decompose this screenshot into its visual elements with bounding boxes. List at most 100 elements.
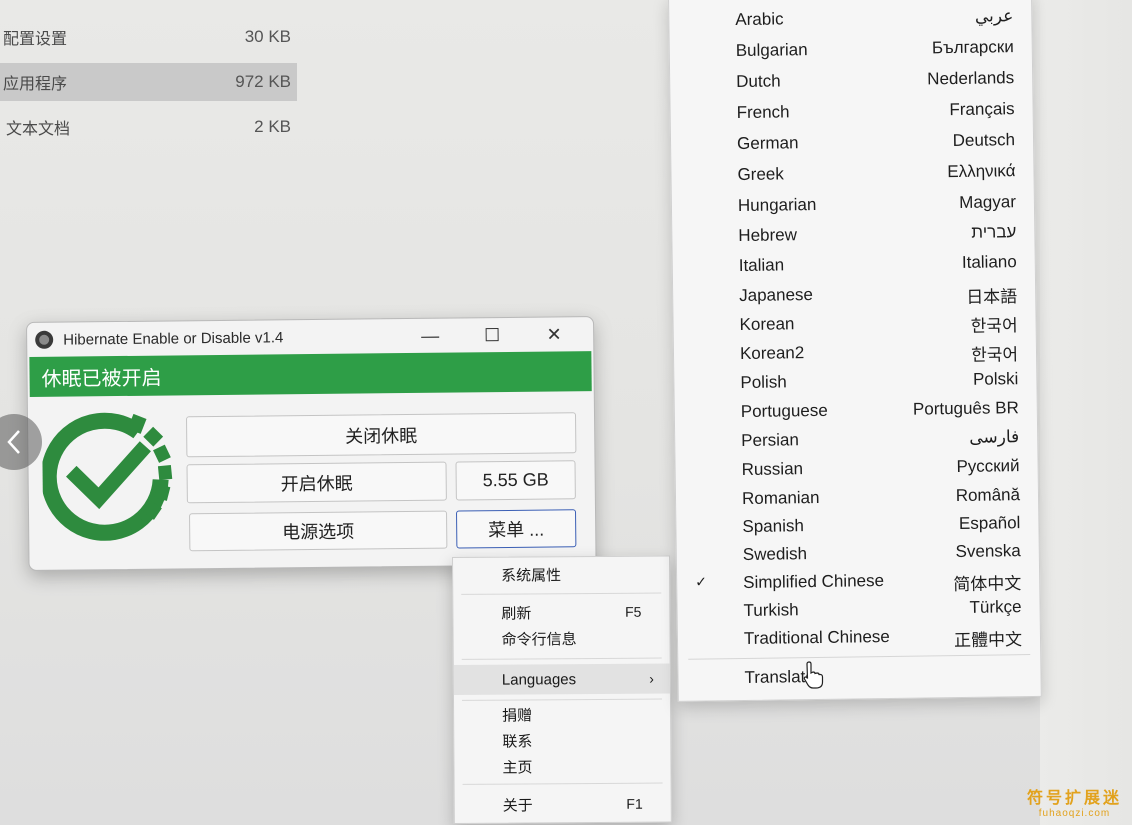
language-item[interactable]: Italian Italiano	[673, 248, 1035, 281]
power-options-button[interactable]: 电源选项	[189, 510, 448, 552]
language-item[interactable]: Traditional Chinese 正體中文	[678, 621, 1040, 654]
shortcut-label: F1	[626, 795, 643, 812]
menu-item-label: 主页	[502, 758, 533, 777]
context-menu: 系统属性 刷新 F5 命令行信息 Languages › 捐赠 联系 主页 关于…	[452, 555, 672, 824]
language-name: German	[736, 133, 799, 154]
file-name: 应用程序	[3, 76, 68, 93]
language-name: Arabic	[735, 9, 784, 30]
language-item[interactable]: Greek Ελληνικά	[671, 157, 1033, 190]
maximize-button[interactable]: ☐	[461, 322, 523, 349]
language-item[interactable]: Korean 한국어	[673, 307, 1035, 340]
language-name: Polish	[740, 372, 787, 393]
language-name: Persian	[741, 430, 799, 451]
menu-item-command-line-info[interactable]: 命令行信息	[453, 624, 669, 652]
menu-item-label: 联系	[502, 732, 533, 751]
file-row-selected[interactable]: 应用程序 972 KB	[0, 63, 297, 101]
language-item[interactable]: French Français	[670, 95, 1032, 128]
language-item[interactable]: German Deutsch	[671, 126, 1033, 159]
language-name: Hebrew	[738, 225, 798, 246]
language-native-name: Română	[955, 485, 1021, 506]
file-row[interactable]: 文本文档 2 KB	[0, 108, 297, 146]
language-item[interactable]: Hebrew עברית	[672, 218, 1034, 251]
language-item[interactable]: Polish Polski	[674, 365, 1036, 398]
chevron-left-icon	[7, 430, 20, 454]
language-name: Russian	[741, 459, 804, 480]
language-native-name: Русский	[956, 456, 1020, 477]
language-native-name: Deutsch	[952, 130, 1016, 151]
language-native-name: Български	[931, 37, 1014, 58]
menu-item-label: 捐赠	[502, 706, 533, 725]
menu-item-system-properties[interactable]: 系统属性	[453, 560, 669, 588]
language-native-name: Français	[949, 99, 1015, 120]
language-item[interactable]: Bulgarian Български	[670, 33, 1032, 66]
language-item[interactable]: Arabic عربي	[669, 2, 1031, 35]
language-native-name: عربي	[974, 6, 1014, 26]
language-item[interactable]: Korean2 한국어	[674, 336, 1036, 369]
hiberfil-size-display: 5.55 GB	[455, 460, 576, 501]
language-name: French	[736, 102, 790, 123]
language-name: Bulgarian	[735, 40, 808, 61]
menu-separator	[462, 782, 663, 785]
file-size: 30 KB	[244, 27, 291, 46]
menu-item-contact[interactable]: 联系	[454, 726, 670, 754]
window-title: Hibernate Enable or Disable v1.4	[63, 328, 284, 349]
menu-item-translate[interactable]: Translate	[678, 660, 1040, 693]
status-banner: 休眠已被开启	[29, 351, 592, 397]
watermark-url: fuhaoqzi.com	[1038, 808, 1111, 819]
window-controls: — ☐ ✕	[399, 321, 585, 349]
menu-item-about[interactable]: 关于 F1	[455, 790, 671, 818]
close-button[interactable]: ✕	[523, 321, 585, 348]
language-item[interactable]: Russian Русский	[675, 452, 1037, 485]
language-name: Italian	[738, 255, 785, 276]
menu-item-homepage[interactable]: 主页	[454, 752, 670, 780]
disable-hibernate-button[interactable]: 关闭休眠	[185, 412, 577, 458]
language-native-name: Português BR	[912, 398, 1019, 419]
language-item[interactable]: Persian فارسی	[675, 423, 1037, 456]
menu-item-refresh[interactable]: 刷新 F5	[453, 598, 669, 626]
language-native-name: 한국어	[970, 316, 1018, 336]
language-name: Swedish	[742, 544, 808, 565]
menu-button[interactable]: 菜单 ...	[455, 509, 577, 549]
minimize-button[interactable]: —	[399, 322, 461, 349]
language-item[interactable]: Hungarian Magyar	[672, 188, 1034, 221]
language-name: Greek	[737, 164, 784, 185]
menu-item-label: Languages	[501, 670, 577, 689]
language-name: Korean	[739, 314, 795, 335]
file-row[interactable]: 配置设置 30 KB	[0, 18, 297, 56]
language-native-name: Türkçe	[969, 597, 1022, 617]
language-native-name: فارسی	[969, 427, 1020, 447]
menu-item-donate[interactable]: 捐赠	[454, 700, 670, 728]
language-item[interactable]: Dutch Nederlands	[670, 64, 1032, 97]
watermark-title: 符号扩展迷	[1026, 790, 1122, 807]
file-size: 972 KB	[235, 72, 291, 91]
hand-cursor-icon	[803, 661, 824, 689]
file-size: 2 KB	[254, 117, 291, 136]
shortcut-label: F5	[624, 603, 642, 620]
language-name: Romanian	[741, 487, 820, 509]
language-native-name: Svenska	[955, 541, 1021, 562]
language-name: Hungarian	[737, 194, 817, 216]
watermark: 符号扩展迷 fuhaoqzi.com	[1027, 784, 1122, 819]
language-native-name: עברית	[971, 222, 1017, 242]
menu-item-languages[interactable]: Languages ›	[453, 663, 670, 695]
languages-submenu: Arabic عربي Bulgarian Български Dutch Neder…	[668, 0, 1042, 702]
language-item[interactable]: Japanese 日本語	[673, 278, 1035, 311]
background-panel	[1040, 0, 1132, 825]
menu-separator	[461, 657, 662, 660]
hibernate-enabled-check-icon	[41, 412, 173, 541]
menu-separator	[461, 592, 662, 595]
language-native-name: Español	[958, 513, 1021, 533]
enable-hibernate-button[interactable]: 开启休眠	[186, 461, 447, 504]
language-name: Spanish	[742, 516, 804, 537]
language-native-name: Nederlands	[927, 68, 1015, 89]
file-row-cut	[0, 0, 297, 6]
check-icon: ✓	[695, 573, 708, 590]
language-name: Turkish	[743, 600, 799, 621]
language-name: Simplified Chinese	[743, 571, 885, 593]
language-item[interactable]: Portuguese Português BR	[675, 394, 1037, 427]
menu-item-label: 命令行信息	[501, 630, 577, 649]
menu-item-label: 刷新	[501, 604, 532, 623]
submenu-arrow-icon: ›	[649, 670, 654, 687]
language-native-name: Polski	[972, 369, 1019, 389]
language-native-name: Ελληνικά	[947, 161, 1016, 182]
